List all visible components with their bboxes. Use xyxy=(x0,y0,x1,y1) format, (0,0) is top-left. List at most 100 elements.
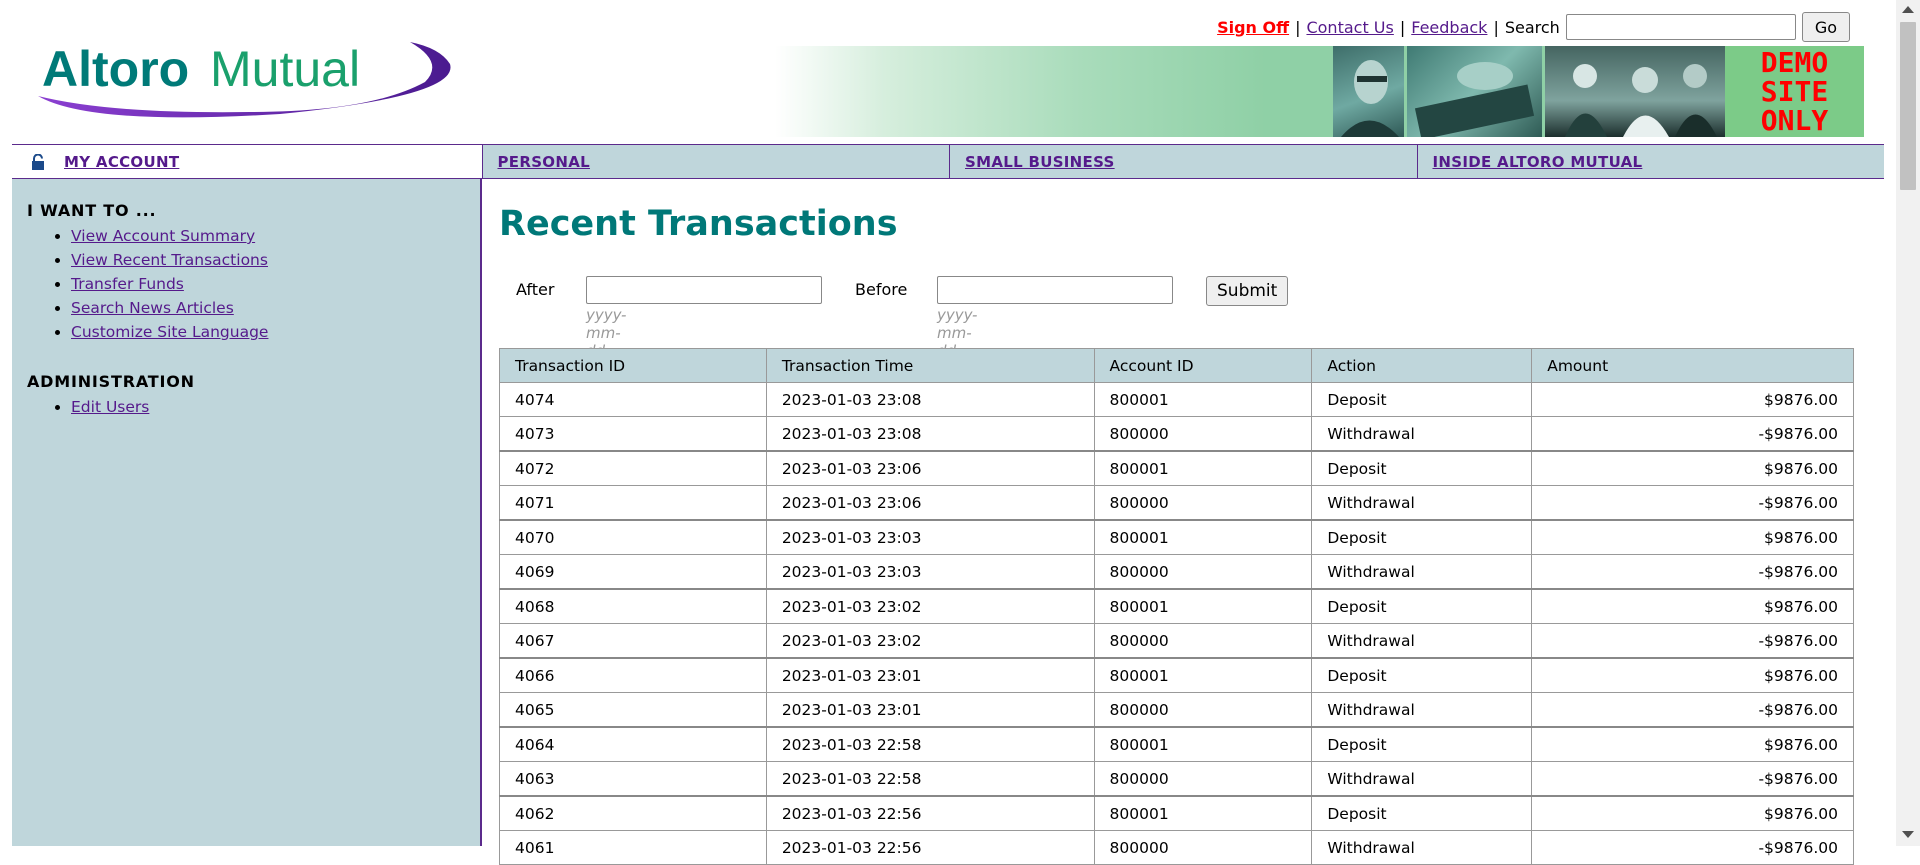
transaction-id-cell: 4069 xyxy=(499,554,767,590)
sidebar-item: Search News Articles xyxy=(71,296,465,320)
action-cell: Deposit xyxy=(1311,726,1533,762)
page-title: Recent Transactions xyxy=(499,204,898,244)
transaction-id-cell: 4061 xyxy=(499,830,767,865)
nav-personal-link[interactable]: PERSONAL xyxy=(498,153,590,171)
altoro-logo[interactable]: Altoro Mutual xyxy=(30,34,465,124)
table-row: 4069 2023-01-03 23:03 800000 Withdrawal -$98… xyxy=(499,554,1854,590)
after-label: After xyxy=(516,280,555,299)
transaction-id-cell: 4062 xyxy=(499,795,767,831)
scrollbar-thumb[interactable] xyxy=(1900,22,1916,190)
sidebar-item: View Account Summary xyxy=(71,224,465,248)
before-label: Before xyxy=(855,280,908,299)
amount-cell: -$9876.00 xyxy=(1531,692,1854,728)
view-account-summary-link[interactable]: View Account Summary xyxy=(71,227,255,245)
nav-my-account[interactable]: MY ACCOUNT xyxy=(12,145,482,178)
nav-inside-altoro[interactable]: INSIDE ALTORO MUTUAL xyxy=(1416,145,1884,178)
action-cell: Withdrawal xyxy=(1311,416,1533,452)
table-row: 4061 2023-01-03 22:56 800000 Withdrawal -$98… xyxy=(499,830,1854,865)
table-header-row: Transaction ID Transaction Time Account … xyxy=(499,348,1854,383)
account-id-cell: 800001 xyxy=(1093,657,1313,693)
account-id-cell: 800001 xyxy=(1093,588,1313,624)
account-id-cell: 800001 xyxy=(1093,382,1313,417)
account-id-cell: 800001 xyxy=(1093,795,1313,831)
amount-cell: -$9876.00 xyxy=(1531,485,1854,521)
action-cell: Withdrawal xyxy=(1311,830,1533,865)
scroll-up-arrow-icon[interactable] xyxy=(1902,6,1914,13)
feedback-link[interactable]: Feedback xyxy=(1411,18,1487,37)
logo-mutual: Mutual xyxy=(210,41,360,97)
transaction-time-cell: 2023-01-03 23:08 xyxy=(765,416,1095,452)
nav-personal[interactable]: PERSONAL xyxy=(481,145,949,178)
transaction-id-cell: 4064 xyxy=(499,726,767,762)
scroll-down-arrow-icon[interactable] xyxy=(1902,831,1914,838)
nav-my-account-link[interactable]: MY ACCOUNT xyxy=(64,153,179,171)
nav-inside-altoro-link[interactable]: INSIDE ALTORO MUTUAL xyxy=(1433,153,1643,171)
account-id-cell: 800000 xyxy=(1093,830,1313,865)
table-row: 4064 2023-01-03 22:58 800001 Deposit $9876.0… xyxy=(499,726,1854,762)
table-row: 4063 2023-01-03 22:58 800000 Withdrawal -$98… xyxy=(499,761,1854,797)
nav-small-business-link[interactable]: SMALL BUSINESS xyxy=(965,153,1115,171)
transaction-id-cell: 4071 xyxy=(499,485,767,521)
account-id-cell: 800001 xyxy=(1093,519,1313,555)
submit-button[interactable]: Submit xyxy=(1206,276,1289,306)
admin-links: Edit Users xyxy=(71,395,465,419)
action-cell: Withdrawal xyxy=(1311,761,1533,797)
account-id-cell: 800001 xyxy=(1093,450,1313,486)
after-date-input[interactable] xyxy=(586,276,822,304)
action-cell: Withdrawal xyxy=(1311,485,1533,521)
customize-site-language-link[interactable]: Customize Site Language xyxy=(71,323,268,341)
logo-altoro: Altoro xyxy=(42,41,189,97)
search-news-articles-link[interactable]: Search News Articles xyxy=(71,299,234,317)
amount-cell: $9876.00 xyxy=(1531,450,1854,486)
search-input[interactable] xyxy=(1565,14,1796,40)
top-links: Sign Off | Contact Us | Feedback | Searc… xyxy=(1217,12,1850,42)
sidebar-item: View Recent Transactions xyxy=(71,248,465,272)
action-cell: Deposit xyxy=(1311,795,1533,831)
sign-off-link[interactable]: Sign Off xyxy=(1217,18,1289,37)
action-cell: Deposit xyxy=(1311,588,1533,624)
transactions-table: Transaction ID Transaction Time Account … xyxy=(499,348,1854,865)
column-header-action: Action xyxy=(1311,348,1533,383)
table-row: 4062 2023-01-03 22:56 800001 Deposit $9876.0… xyxy=(499,795,1854,831)
nav-small-business[interactable]: SMALL BUSINESS xyxy=(949,145,1417,178)
banner-photo-team xyxy=(1545,46,1725,137)
transaction-time-cell: 2023-01-03 23:02 xyxy=(765,623,1095,659)
table-row: 4065 2023-01-03 23:01 800000 Withdrawal -$98… xyxy=(499,692,1854,728)
amount-cell: -$9876.00 xyxy=(1531,554,1854,590)
table-row: 4068 2023-01-03 23:02 800001 Deposit $9876.0… xyxy=(499,588,1854,624)
sidebar-item: Edit Users xyxy=(71,395,465,419)
sidebar: I WANT TO ... View Account Summary View … xyxy=(12,179,482,846)
transaction-id-cell: 4068 xyxy=(499,588,767,624)
transaction-time-cell: 2023-01-03 23:06 xyxy=(765,450,1095,486)
transaction-id-cell: 4070 xyxy=(499,519,767,555)
transfer-funds-link[interactable]: Transfer Funds xyxy=(71,275,184,293)
sidebar-item: Transfer Funds xyxy=(71,272,465,296)
before-date-input[interactable] xyxy=(937,276,1173,304)
action-cell: Withdrawal xyxy=(1311,554,1533,590)
separator: | xyxy=(1493,17,1499,37)
table-row: 4066 2023-01-03 23:01 800001 Deposit $9876.0… xyxy=(499,657,1854,693)
transaction-time-cell: 2023-01-03 23:03 xyxy=(765,519,1095,555)
amount-cell: -$9876.00 xyxy=(1531,623,1854,659)
action-cell: Withdrawal xyxy=(1311,623,1533,659)
action-cell: Deposit xyxy=(1311,382,1533,417)
main-nav: MY ACCOUNT PERSONAL SMALL BUSINESS INSID… xyxy=(12,144,1884,179)
amount-cell: $9876.00 xyxy=(1531,726,1854,762)
table-row: 4074 2023-01-03 23:08 800001 Deposit $9876.0… xyxy=(499,382,1854,417)
column-header-transaction-id: Transaction ID xyxy=(499,348,767,383)
page-scrollbar[interactable] xyxy=(1896,0,1920,846)
transaction-id-cell: 4065 xyxy=(499,692,767,728)
account-id-cell: 800001 xyxy=(1093,726,1313,762)
edit-users-link[interactable]: Edit Users xyxy=(71,398,149,416)
action-cell: Deposit xyxy=(1311,519,1533,555)
sidebar-heading-i-want-to: I WANT TO ... xyxy=(27,201,157,220)
separator: | xyxy=(1295,17,1301,37)
account-id-cell: 800000 xyxy=(1093,485,1313,521)
view-recent-transactions-link[interactable]: View Recent Transactions xyxy=(71,251,268,269)
transaction-time-cell: 2023-01-03 23:06 xyxy=(765,485,1095,521)
amount-cell: -$9876.00 xyxy=(1531,761,1854,797)
column-header-transaction-time: Transaction Time xyxy=(765,348,1095,383)
table-row: 4067 2023-01-03 23:02 800000 Withdrawal -$98… xyxy=(499,623,1854,659)
go-button[interactable]: Go xyxy=(1801,12,1850,42)
contact-us-link[interactable]: Contact Us xyxy=(1306,18,1393,37)
